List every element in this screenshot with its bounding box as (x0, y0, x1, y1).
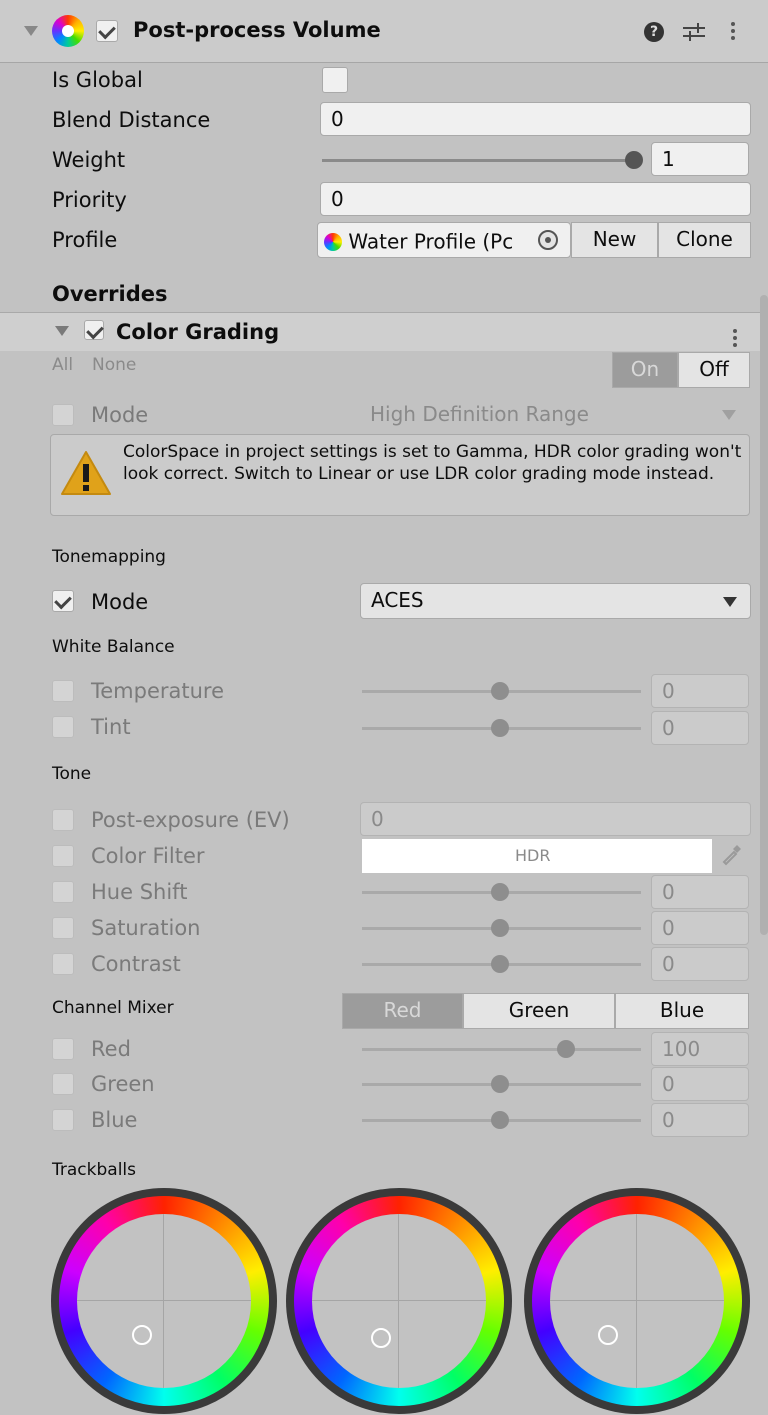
dropdown-arrow-icon (723, 597, 737, 607)
mixer-green-field[interactable]: 0 (651, 1067, 749, 1101)
mixer-red-field[interactable]: 100 (651, 1032, 749, 1066)
profile-label: Profile (52, 228, 118, 252)
new-profile-button[interactable]: New (571, 222, 658, 258)
trackball-handle[interactable] (598, 1325, 618, 1345)
mixer-red-override-checkbox[interactable] (52, 1038, 74, 1060)
mixer-blue-slider-thumb[interactable] (491, 1111, 509, 1129)
preset-icon[interactable] (683, 22, 705, 42)
mixer-green-slider-thumb[interactable] (491, 1075, 509, 1093)
color-filter-hdr-label: HDR (515, 846, 551, 865)
mixer-red-slider-thumb[interactable] (557, 1040, 575, 1058)
contrast-field[interactable]: 0 (651, 947, 749, 981)
contrast-label: Contrast (91, 952, 181, 976)
effect-enabled-checkbox[interactable] (84, 320, 104, 340)
warning-icon (60, 449, 112, 497)
profile-asset-icon (324, 232, 342, 251)
mixer-blue-override-checkbox[interactable] (52, 1109, 74, 1131)
is-global-checkbox[interactable] (322, 67, 348, 93)
clone-profile-button[interactable]: Clone (658, 222, 751, 258)
tab-green[interactable]: Green (463, 993, 615, 1029)
trackball-handle[interactable] (132, 1325, 152, 1345)
eyedropper-icon[interactable] (720, 844, 742, 866)
color-filter-override-checkbox[interactable] (52, 845, 74, 867)
effect-menu-icon[interactable] (731, 326, 739, 350)
post-exposure-override-checkbox[interactable] (52, 809, 74, 831)
on-toggle[interactable]: On (612, 352, 678, 388)
all-link[interactable]: All (52, 355, 73, 375)
mixer-red-label: Red (91, 1037, 131, 1061)
component-title: Post-process Volume (133, 18, 381, 42)
hue-shift-override-checkbox[interactable] (52, 881, 74, 903)
saturation-label: Saturation (91, 916, 201, 940)
tone-heading: Tone (52, 764, 92, 784)
effect-foldout-icon[interactable] (55, 326, 69, 336)
saturation-field[interactable]: 0 (651, 911, 749, 945)
tint-field[interactable]: 0 (651, 711, 749, 745)
priority-label: Priority (52, 188, 127, 212)
hue-shift-field[interactable]: 0 (651, 875, 749, 909)
tint-label: Tint (91, 715, 131, 739)
weight-field[interactable]: 1 (651, 142, 749, 176)
context-menu-icon[interactable] (729, 19, 737, 43)
trackball-handle[interactable] (371, 1328, 391, 1348)
tab-red[interactable]: Red (342, 993, 463, 1029)
saturation-override-checkbox[interactable] (52, 917, 74, 939)
none-link[interactable]: None (92, 355, 136, 375)
tab-blue[interactable]: Blue (615, 993, 749, 1029)
enabled-checkbox[interactable] (96, 20, 118, 42)
off-toggle[interactable]: Off (678, 352, 750, 388)
color-filter-label: Color Filter (91, 844, 205, 868)
temperature-label: Temperature (91, 679, 225, 703)
trackballs-heading: Trackballs (52, 1160, 136, 1180)
post-exposure-label: Post-exposure (EV) (91, 808, 290, 832)
channel-mixer-heading: Channel Mixer (52, 998, 174, 1018)
hue-shift-slider-thumb[interactable] (491, 883, 509, 901)
profile-value: Water Profile (Pc (348, 229, 514, 254)
hue-shift-label: Hue Shift (91, 880, 188, 904)
temperature-field[interactable]: 0 (651, 674, 749, 708)
post-exposure-field[interactable]: 0 (360, 802, 751, 836)
mixer-blue-field[interactable]: 0 (651, 1103, 749, 1137)
weight-label: Weight (52, 148, 126, 172)
grading-mode-dropdown[interactable]: High Definition Range (360, 398, 751, 432)
trackball-gain[interactable] (524, 1188, 750, 1414)
blend-distance-field[interactable]: 0 (320, 102, 751, 136)
foldout-arrow-icon[interactable] (24, 26, 38, 36)
tonemapping-mode-dropdown[interactable]: ACES (360, 583, 751, 619)
tonemapping-mode-label: Mode (91, 590, 149, 614)
mixer-red-slider-track[interactable] (362, 1048, 641, 1051)
dropdown-arrow-icon (722, 410, 736, 420)
trackball-gamma[interactable] (286, 1188, 512, 1414)
inspector-scrollbar[interactable] (760, 295, 768, 935)
tonemapping-override-checkbox[interactable] (52, 590, 74, 612)
profile-object-field[interactable]: Water Profile (Pc (317, 222, 571, 258)
grading-mode-label: Mode (91, 403, 149, 427)
blend-distance-label: Blend Distance (52, 108, 211, 132)
tint-override-checkbox[interactable] (52, 716, 74, 738)
help-icon[interactable]: ? (644, 22, 664, 42)
grading-mode-override-checkbox[interactable] (52, 404, 74, 426)
mixer-green-override-checkbox[interactable] (52, 1073, 74, 1095)
warning-text: ColorSpace in project settings is set to… (123, 442, 742, 484)
tint-slider-thumb[interactable] (491, 719, 509, 737)
weight-slider-track[interactable] (322, 159, 634, 162)
temperature-slider-thumb[interactable] (491, 682, 509, 700)
weight-slider-thumb[interactable] (625, 151, 643, 169)
mixer-green-label: Green (91, 1072, 155, 1096)
white-balance-heading: White Balance (52, 637, 175, 657)
temperature-override-checkbox[interactable] (52, 680, 74, 702)
mixer-blue-label: Blue (91, 1108, 138, 1132)
saturation-slider-thumb[interactable] (491, 919, 509, 937)
tonemapping-heading: Tonemapping (52, 547, 166, 567)
overrides-heading: Overrides (52, 282, 168, 306)
object-picker-icon[interactable] (538, 230, 558, 250)
priority-field[interactable]: 0 (320, 182, 751, 216)
contrast-override-checkbox[interactable] (52, 953, 74, 975)
effect-title: Color Grading (116, 320, 280, 344)
trackball-lift[interactable] (51, 1188, 277, 1414)
contrast-slider-thumb[interactable] (491, 955, 509, 973)
is-global-label: Is Global (52, 68, 143, 92)
post-process-color-icon (52, 15, 84, 47)
